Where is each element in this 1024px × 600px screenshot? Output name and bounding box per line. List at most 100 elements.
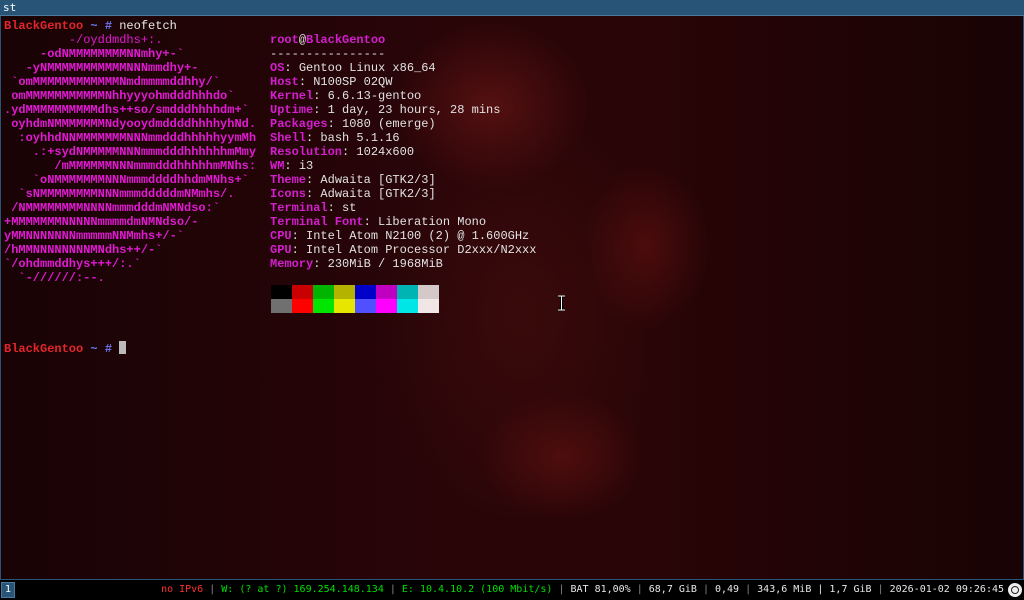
info-value: 1 day, 23 hours, 28 mins xyxy=(327,103,501,117)
info-value: 6.6.13-gentoo xyxy=(327,89,422,103)
ascii-logo-line: `sNMMMMMMMMNNNmmmdddddmNMmhs/. xyxy=(4,187,235,201)
info-value: 1080 (emerge) xyxy=(342,117,436,131)
prompt-line-1: BlackGentoo ~ # neofetch xyxy=(4,19,177,33)
info-value: N100SP 02QW xyxy=(313,75,393,89)
status-wifi: W: (? at ?) 169.254.148.134 xyxy=(221,584,384,595)
info-key: GPU xyxy=(270,243,292,257)
ascii-logo-line: `/ohdmmddhys+++/:.` xyxy=(4,257,141,271)
user-at-host: root@BlackGentoo xyxy=(270,33,385,47)
color-swatch xyxy=(355,299,376,313)
info-row: Memory: 230MiB / 1968MiB xyxy=(270,257,443,271)
info-colon: : xyxy=(327,117,343,131)
info-separator: ---------------- xyxy=(270,47,386,61)
info-key: Memory xyxy=(270,257,314,271)
color-swatch xyxy=(355,285,376,299)
info-key: Uptime xyxy=(270,103,314,117)
color-swatch xyxy=(418,299,439,313)
info-key: WM xyxy=(270,159,285,173)
info-key: Kernel xyxy=(270,89,314,103)
info-value: 1024x600 xyxy=(356,145,415,159)
info-value: bash 5.1.16 xyxy=(320,131,400,145)
info-value: Gentoo Linux x86_64 xyxy=(298,61,436,75)
status-memory: 343,6 MiB | 1,7 GiB xyxy=(757,584,872,595)
info-value: i3 xyxy=(298,159,314,173)
ascii-logo-line: -yNMMMMMMMMMMMNNNmmdhy+- xyxy=(4,61,199,75)
ascii-logo-line: yMMNNNNNNNmmmmmNNMmhs+/-` xyxy=(4,229,185,243)
info-key: Packages xyxy=(270,117,328,131)
prompt-host: BlackGentoo xyxy=(4,342,84,356)
color-swatch xyxy=(313,285,334,299)
color-swatch xyxy=(292,299,313,313)
info-row: Theme: Adwaita [GTK2/3] xyxy=(270,173,436,187)
ascii-logo-line: .ydMMMMMMMMMMdhs++so/smdddhhhhdm+` xyxy=(4,103,249,117)
text-cursor xyxy=(119,341,127,354)
color-swatch xyxy=(313,299,334,313)
info-key: CPU xyxy=(270,229,292,243)
info-colon: : xyxy=(313,89,328,103)
info-user: root xyxy=(270,33,299,47)
color-swatch xyxy=(334,285,355,299)
color-swatch xyxy=(271,285,292,299)
window-title: st xyxy=(3,1,17,14)
color-palette-row-2 xyxy=(271,299,439,313)
ascii-logo-line: .:+sydNMMMMMNNNmmmdddhhhhhhmMmy xyxy=(4,145,257,159)
info-row: WM: i3 xyxy=(270,159,313,173)
color-swatch xyxy=(397,285,418,299)
status-battery: BAT 81,00% xyxy=(570,584,631,595)
info-row: Packages: 1080 (emerge) xyxy=(270,117,436,131)
info-value: Adwaita [GTK2/3] xyxy=(320,173,436,187)
ascii-logo-line: :oyhhdNNMMMMMMMNNNmmdddhhhhhyymMh xyxy=(4,131,257,145)
info-value: Intel Atom N2100 (2) @ 1.600GHz xyxy=(306,229,530,243)
info-colon: : xyxy=(284,159,299,173)
info-row: GPU: Intel Atom Processor D2xxx/N2xxx xyxy=(270,243,536,257)
status-blocks: no IPv6 | W: (? at ?) 169.254.148.134 | … xyxy=(161,583,1022,597)
workspace-button[interactable]: 1 xyxy=(1,582,15,598)
ascii-logo-line: `oNMMMMMMMNNNmmmddddhhdmMNhs+` xyxy=(4,173,249,187)
info-colon: : xyxy=(291,229,307,243)
info-row: Terminal Font: Liberation Mono xyxy=(270,215,486,229)
network-tray-icon[interactable] xyxy=(1008,583,1022,597)
info-colon: : xyxy=(342,145,357,159)
info-colon: : xyxy=(306,131,321,145)
info-value: 230MiB / 1968MiB xyxy=(327,257,443,271)
status-load: 0,49 xyxy=(715,584,740,595)
prompt-line-2[interactable]: BlackGentoo ~ # xyxy=(4,341,127,356)
color-swatch xyxy=(271,299,292,313)
info-colon: : xyxy=(313,257,328,271)
info-row: Icons: Adwaita [GTK2/3] xyxy=(270,187,436,201)
ascii-logo-line: -/oyddmdhs+:. xyxy=(4,33,163,47)
color-swatch xyxy=(418,285,439,299)
info-row: Resolution: 1024x600 xyxy=(270,145,414,159)
color-palette-row-1 xyxy=(271,285,439,299)
info-key: Host xyxy=(270,75,299,89)
info-colon: : xyxy=(306,187,321,201)
info-row: CPU: Intel Atom N2100 (2) @ 1.600GHz xyxy=(270,229,529,243)
status-datetime: 2026-01-02 09:26:45 xyxy=(889,584,1004,595)
terminal-window[interactable]: BlackGentoo ~ # neofetch -/oyddmdhs+:. -… xyxy=(0,16,1024,580)
info-colon: : xyxy=(327,201,343,215)
info-row: Host: N100SP 02QW xyxy=(270,75,392,89)
info-row: OS: Gentoo Linux x86_64 xyxy=(270,61,436,75)
status-ethernet: E: 10.4.10.2 (100 Mbit/s) xyxy=(401,584,553,595)
info-colon: : xyxy=(306,173,321,187)
prompt-path: ~ xyxy=(90,19,98,33)
info-key: Icons xyxy=(270,187,307,201)
info-key: Terminal xyxy=(270,201,328,215)
info-colon: : xyxy=(291,243,307,257)
info-value: st xyxy=(342,201,357,215)
ascii-logo-line: /mMMMMMMNNNmmmdddhhhhhmMNhs: xyxy=(4,159,257,173)
info-colon: : xyxy=(313,103,328,117)
info-value: Adwaita [GTK2/3] xyxy=(320,187,436,201)
info-colon: : xyxy=(298,75,314,89)
ascii-logo-line: oyhdmNMMMMMMMNdyooydmddddhhhhyhNd. xyxy=(4,117,257,131)
window-titlebar[interactable]: st xyxy=(0,0,1024,16)
color-swatch xyxy=(334,299,355,313)
info-key: Shell xyxy=(270,131,307,145)
info-value: Liberation Mono xyxy=(378,215,487,229)
ascii-logo-line: /NMMMMMMMMNNNNmmmdddmNMNdso:` xyxy=(4,201,221,215)
info-value: Intel Atom Processor D2xxx/N2xxx xyxy=(306,243,537,257)
status-ipv6: no IPv6 xyxy=(161,584,204,595)
info-host: BlackGentoo xyxy=(306,33,386,47)
i3-status-bar: 1 no IPv6 | W: (? at ?) 169.254.148.134 … xyxy=(0,580,1024,600)
info-row: Kernel: 6.6.13-gentoo xyxy=(270,89,421,103)
